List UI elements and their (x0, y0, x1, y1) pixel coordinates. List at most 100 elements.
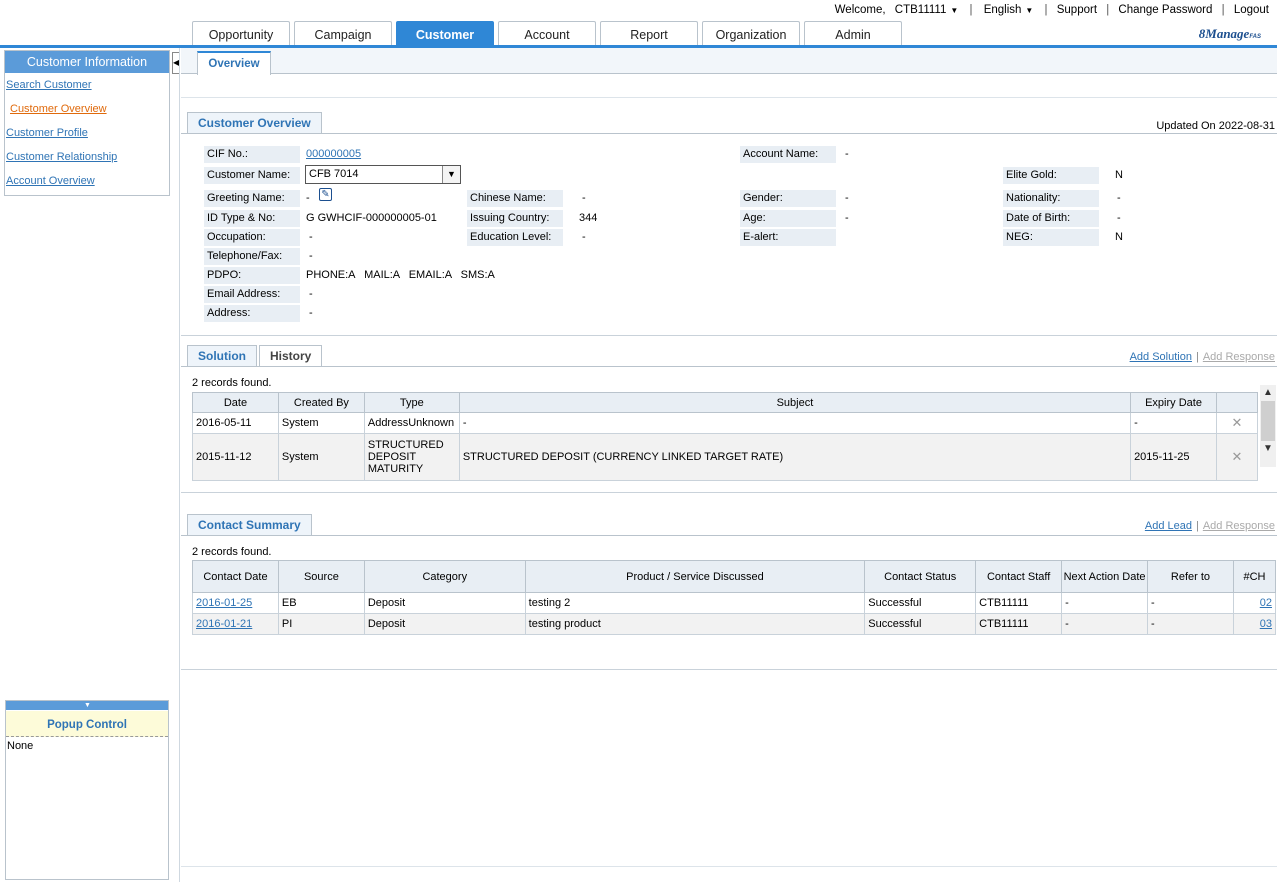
cif-link[interactable]: 000000005 (306, 146, 361, 163)
table-row[interactable]: 2015-11-12 System STRUCTURED DEPOSIT MAT… (192, 433, 1259, 481)
contact-staff: CTB11111 (975, 592, 1063, 614)
customer-name-label: Customer Name: (204, 167, 300, 184)
solution-section: Solution History Add Solution | Add Respon… (181, 345, 1277, 493)
chevron-up-icon[interactable]: ▲ (1260, 385, 1276, 401)
solution-subject: - (458, 412, 1132, 434)
divider (181, 133, 1277, 134)
column-header[interactable]: Subject (458, 392, 1132, 413)
popup-content: None (7, 740, 34, 752)
contact-source: PI (277, 613, 365, 635)
contact-ch-link[interactable]: 03 (1260, 618, 1272, 630)
add-lead-link[interactable]: Add Lead (1145, 520, 1192, 532)
tab-campaign[interactable]: Campaign (294, 21, 392, 45)
language-menu[interactable]: English ▼ (982, 4, 1036, 16)
logo-sub: FAS (1249, 34, 1261, 40)
updated-on: Updated On 2022-08-31 (1156, 120, 1275, 132)
tab-opportunity[interactable]: Opportunity (192, 21, 290, 45)
contact-refer-to: - (1147, 613, 1234, 635)
neg-value: N (1115, 231, 1123, 243)
sidebar: Customer Information Search Customer Cus… (4, 50, 170, 196)
elite-gold-label: Elite Gold: (1003, 167, 1099, 184)
table-row[interactable]: 2016-01-21 PI Deposit testing product Su… (192, 613, 1277, 635)
tab-overview[interactable]: Overview (197, 51, 271, 75)
scrollbar-thumb[interactable] (1261, 401, 1275, 441)
tab-solution[interactable]: Solution (187, 345, 257, 366)
tab-organization[interactable]: Organization (702, 21, 800, 45)
issuing-country-value: 344 (579, 212, 598, 224)
contact-refer-to: - (1147, 592, 1234, 614)
column-header[interactable]: Expiry Date (1130, 392, 1217, 413)
contact-ch[interactable]: 03 (1232, 613, 1277, 635)
column-header[interactable]: Product / Service Discussed (524, 560, 866, 593)
column-header[interactable]: Contact Status (864, 560, 977, 593)
tab-admin[interactable]: Admin (804, 21, 902, 45)
tab-report[interactable]: Report (600, 21, 698, 45)
id-type-value: G GWHCIF-000000005-01 (306, 212, 437, 224)
column-header[interactable]: Contact Date (192, 560, 279, 593)
contact-ch[interactable]: 02 (1232, 592, 1277, 614)
sidebar-item-customer-profile[interactable]: Customer Profile (5, 121, 169, 145)
contact-date[interactable]: 2016-01-21 (192, 613, 279, 635)
chevron-down-icon: ▼ (950, 6, 959, 15)
sidebar-item-account-overview[interactable]: Account Overview (5, 169, 169, 193)
address-label: Address: (204, 305, 300, 322)
sidebar-item-search-customer[interactable]: Search Customer (5, 73, 169, 97)
contact-date-link[interactable]: 2016-01-21 (196, 618, 252, 630)
sidebar-divider (179, 48, 180, 882)
solution-scrollbar[interactable]: ▲ ▼ (1260, 385, 1276, 467)
pdpo-label: PDPO: (204, 267, 300, 284)
tab-customer[interactable]: Customer (396, 21, 494, 45)
table-row[interactable]: 2016-05-11 System AddressUnknown - - ✕ (192, 412, 1259, 434)
add-response-link[interactable]: Add Response (1203, 520, 1275, 532)
column-header[interactable]: Created By (277, 392, 365, 413)
contact-summary-section: Contact Summary Add Lead | Add Response 2 … (181, 514, 1277, 670)
delete-icon[interactable]: ✕ (1215, 433, 1259, 481)
column-header[interactable]: Type (363, 392, 460, 413)
id-type-label: ID Type & No: (204, 210, 300, 227)
column-header[interactable]: Next Action Date (1061, 560, 1149, 593)
chinese-name-value: - (582, 192, 586, 204)
column-header[interactable]: Refer to (1147, 560, 1234, 593)
tab-history[interactable]: History (259, 345, 323, 366)
column-header[interactable]: Contact Staff (975, 560, 1063, 593)
column-header[interactable]: Source (277, 560, 365, 593)
contact-date[interactable]: 2016-01-25 (192, 592, 279, 614)
column-header[interactable]: Category (363, 560, 526, 593)
solution-type: STRUCTURED DEPOSIT MATURITY (363, 433, 460, 481)
popup-toggle-bar[interactable]: ▼ (6, 701, 168, 711)
chevron-down-icon[interactable]: ▼ (1260, 441, 1276, 457)
contact-date-link[interactable]: 2016-01-25 (196, 597, 252, 609)
support-link[interactable]: Support (1057, 4, 1097, 16)
edit-icon[interactable]: ✎ (319, 188, 332, 201)
customer-name-select[interactable]: CFB 7014 ▼ (305, 165, 461, 184)
elite-gold-value: N (1115, 169, 1123, 181)
age-label: Age: (740, 210, 836, 227)
contact-product: testing product (524, 613, 866, 635)
divider: | (1044, 4, 1048, 16)
column-header[interactable]: Date (192, 392, 279, 413)
contact-next-action: - (1061, 592, 1149, 614)
divider: | (1195, 351, 1199, 363)
solution-created-by: System (277, 412, 365, 434)
divider: | (1195, 520, 1199, 532)
user-menu[interactable]: CTB11111 ▼ (893, 4, 961, 16)
column-header[interactable]: #CH (1232, 560, 1277, 593)
cif-label: CIF No.: (204, 146, 300, 163)
solution-expiry: 2015-11-25 (1130, 433, 1217, 481)
sidebar-item-customer-relationship[interactable]: Customer Relationship (5, 145, 169, 169)
logout-link[interactable]: Logout (1234, 4, 1269, 16)
delete-icon[interactable]: ✕ (1215, 412, 1259, 434)
table-row[interactable]: 2016-01-25 EB Deposit testing 2 Successf… (192, 592, 1277, 614)
contact-ch-link[interactable]: 02 (1260, 597, 1272, 609)
add-response-link[interactable]: Add Response (1203, 351, 1275, 363)
change-password-link[interactable]: Change Password (1118, 4, 1212, 16)
issuing-country-label: Issuing Country: (467, 210, 563, 227)
add-solution-link[interactable]: Add Solution (1130, 351, 1192, 363)
table-header-row: Date Created By Type Subject Expiry Date (192, 392, 1259, 413)
contact-next-action: - (1061, 613, 1149, 635)
tab-account[interactable]: Account (498, 21, 596, 45)
occupation-label: Occupation: (204, 229, 300, 246)
gender-value: - (845, 192, 849, 204)
sidebar-title: Customer Information (5, 51, 169, 73)
sidebar-item-customer-overview[interactable]: Customer Overview (5, 97, 169, 121)
